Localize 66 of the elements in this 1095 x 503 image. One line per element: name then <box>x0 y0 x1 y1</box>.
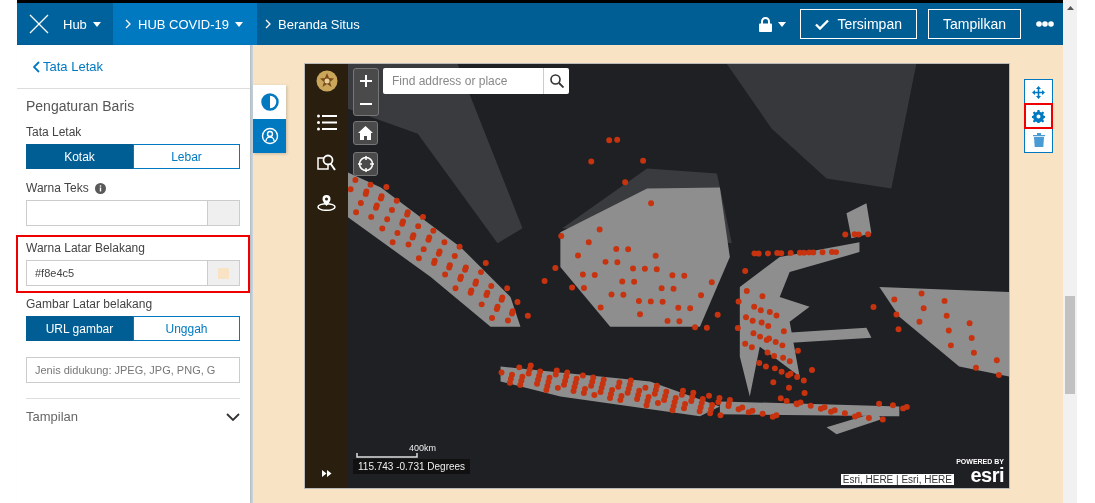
chevron-icon <box>125 19 132 29</box>
lock-icon <box>759 16 773 32</box>
move-icon <box>1032 85 1045 99</box>
search-button[interactable] <box>543 68 569 94</box>
search-field[interactable]: Find address or place <box>383 68 543 94</box>
home-icon <box>358 126 373 140</box>
emblem-icon <box>315 70 338 92</box>
field-label: Warna Teks <box>26 181 89 195</box>
field-label: Gambar Latar belakang <box>26 297 154 311</box>
lock-button[interactable] <box>759 16 787 32</box>
breadcrumb-item[interactable]: Beranda Situs <box>257 3 368 45</box>
side-tab[interactable] <box>253 85 286 119</box>
color-picker-button[interactable] <box>207 200 240 226</box>
side-tab[interactable] <box>253 119 286 153</box>
settings-icon <box>1032 109 1045 123</box>
caret-icon <box>92 21 101 27</box>
home-button[interactable] <box>353 121 378 145</box>
field-label: Warna Latar Belakang <box>26 241 145 255</box>
caret-icon <box>235 21 244 27</box>
segment-option[interactable]: Unggah <box>133 316 240 341</box>
color-input[interactable] <box>26 200 207 226</box>
card-tool-button[interactable] <box>1025 104 1052 128</box>
contrast-icon <box>260 93 279 111</box>
search-icon <box>549 74 564 88</box>
trash-icon <box>1032 133 1045 147</box>
chevron-icon <box>265 19 273 29</box>
crosshair-icon <box>357 156 374 172</box>
scale-bar <box>356 453 418 458</box>
location-pin-icon <box>317 194 336 211</box>
color-swatch <box>218 267 229 279</box>
chevron-left-icon <box>33 60 40 73</box>
search-document-icon <box>317 153 336 172</box>
locate-button[interactable] <box>353 152 378 176</box>
user-circle-icon <box>260 127 279 145</box>
breadcrumb-item[interactable]: HUB COVID-19 <box>113 3 258 45</box>
color-input[interactable]: #f8e4c5 <box>26 260 207 286</box>
scroll-up-icon[interactable] <box>1066 6 1074 10</box>
coordinates-readout: 115.743 -0.731 Degrees <box>353 459 471 474</box>
caret-icon <box>778 21 787 27</box>
check-icon <box>815 18 830 30</box>
expand-icon[interactable] <box>321 470 332 477</box>
chevron-icon <box>226 412 240 421</box>
scrollbar-thumb[interactable] <box>1065 296 1075 394</box>
close-button[interactable] <box>17 3 61 45</box>
minus-icon <box>360 102 372 105</box>
section-toggle[interactable]: Tampilan <box>26 398 240 434</box>
toolbar-button[interactable]: Tampilkan <box>927 9 1021 39</box>
info-icon[interactable] <box>94 182 106 194</box>
list-icon <box>316 114 337 131</box>
segment-option[interactable]: URL gambar <box>26 316 133 341</box>
segment-option[interactable]: Lebar <box>133 144 240 169</box>
scrollbar[interactable] <box>1063 0 1077 503</box>
color-picker-button[interactable] <box>207 260 240 286</box>
breadcrumb-item[interactable]: Hub <box>61 3 113 45</box>
more-button[interactable] <box>1036 21 1054 27</box>
scale-label: 400km <box>409 443 436 453</box>
toolbar-button[interactable]: Tersimpan <box>800 9 917 39</box>
close-icon <box>29 14 49 34</box>
panel-heading: Pengaturan Baris <box>26 98 136 114</box>
segment-option[interactable]: Kotak <box>26 144 133 169</box>
back-link[interactable]: Tata Letak <box>33 59 103 74</box>
more-icon <box>1036 21 1054 27</box>
map-attribution: Esri, HERE | Esri, HERE <box>840 474 954 485</box>
plus-icon <box>360 74 372 87</box>
field-label: Tata Letak <box>26 125 83 139</box>
url-input[interactable]: Jenis didukung: JPEG, JPG, PNG, G <box>26 357 240 383</box>
